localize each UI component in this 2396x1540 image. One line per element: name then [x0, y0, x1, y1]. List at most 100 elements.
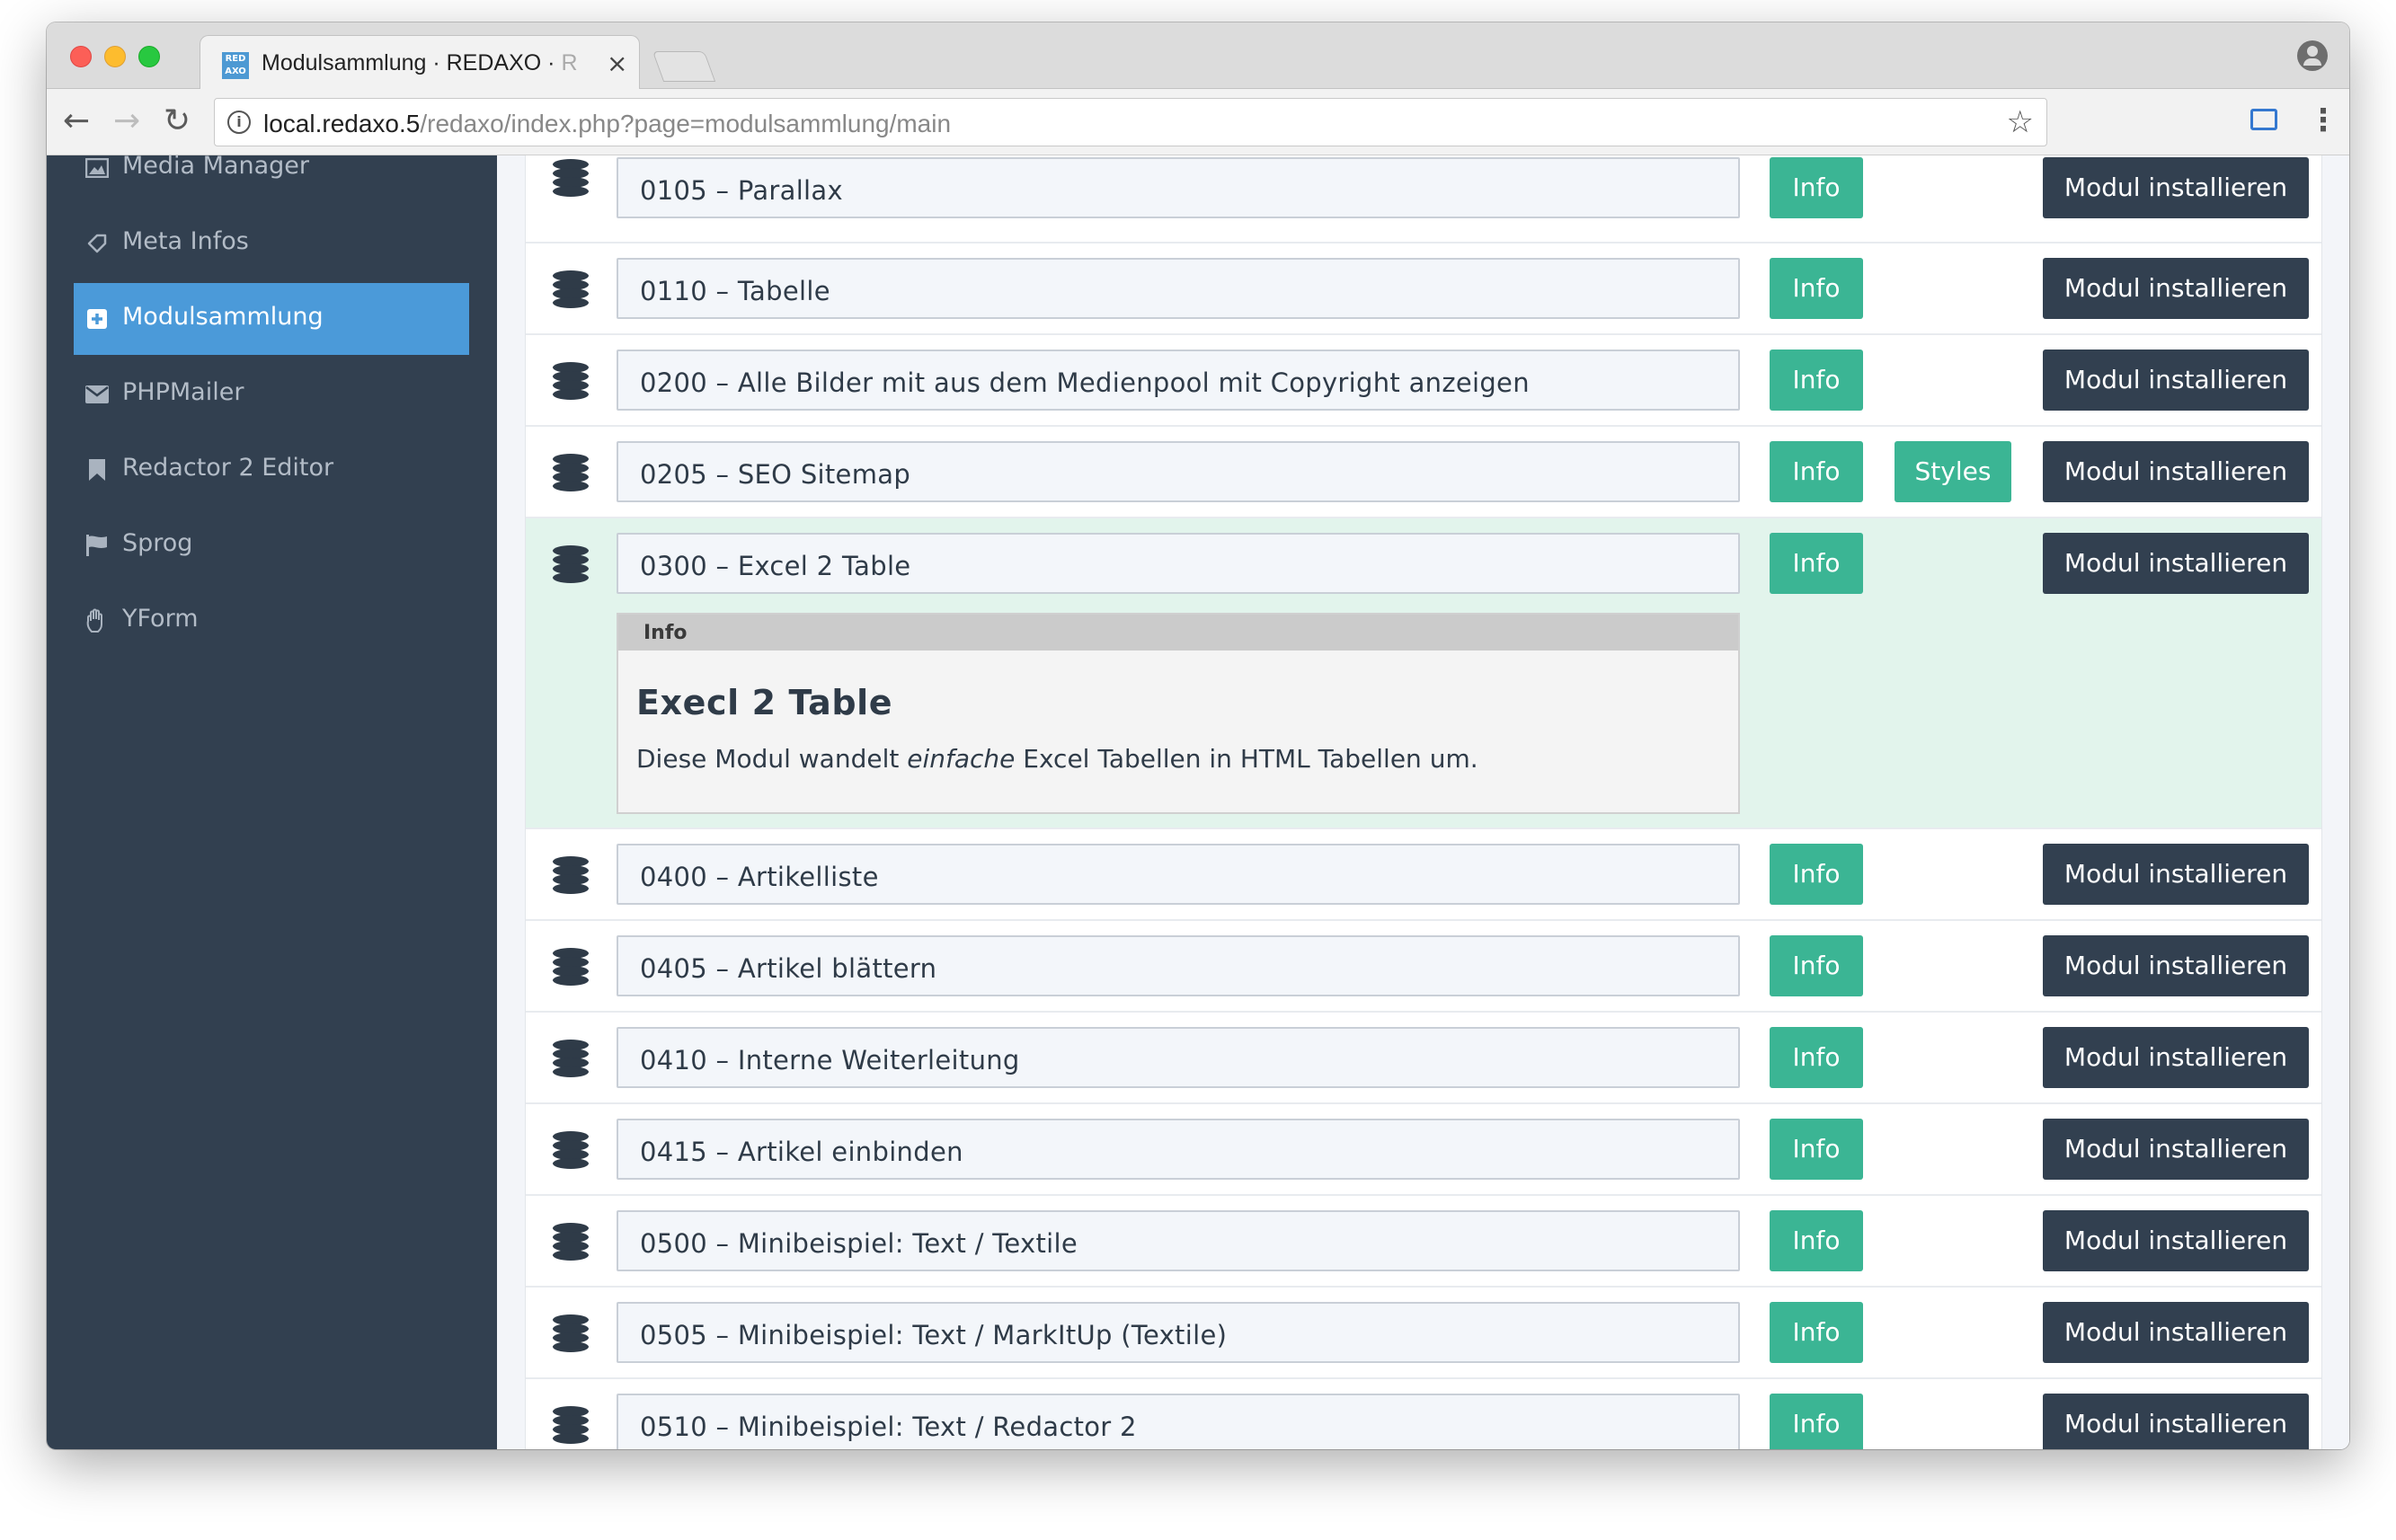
database-icon: [553, 159, 589, 197]
module-name-field: 0510 – Minibeispiel: Text / Redactor 2: [617, 1394, 1740, 1449]
sidebar-item-phpmailer[interactable]: PHPMailer: [74, 358, 469, 430]
minimize-window-button[interactable]: [104, 46, 126, 67]
bookmark-icon: [84, 459, 110, 481]
install-module-button[interactable]: Modul installieren: [2043, 1027, 2309, 1088]
module-name-field: 0105 – Parallax: [617, 157, 1740, 218]
sidebar-item-yform[interactable]: YForm: [74, 585, 469, 657]
bookmark-star-icon[interactable]: ☆: [2007, 104, 2034, 140]
module-name: 0110 – Tabelle: [640, 276, 830, 306]
sidebar-item-label: Media Manager: [122, 155, 310, 180]
sidebar-item-label: PHPMailer: [122, 378, 244, 406]
sidebar-item-label: Modulsammlung: [122, 303, 324, 331]
install-module-button[interactable]: Modul installieren: [2043, 1210, 2309, 1271]
zoom-window-button[interactable]: [138, 46, 160, 67]
module-row: 0500 – Minibeispiel: Text / Textile Info…: [526, 1196, 2321, 1288]
module-info-panel: Info Execl 2 Table Diese Modul wandelt e…: [617, 613, 1740, 814]
module-name-field: 0110 – Tabelle: [617, 258, 1740, 319]
module-name-field: 0405 – Artikel blättern: [617, 935, 1740, 996]
install-module-button[interactable]: Modul installieren: [2043, 533, 2309, 594]
database-icon: [553, 270, 589, 308]
module-name: 0205 – SEO Sitemap: [640, 459, 911, 490]
module-row: 0510 – Minibeispiel: Text / Redactor 2 I…: [526, 1379, 2321, 1449]
address-bar[interactable]: i local.redaxo.5/redaxo/index.php?page=m…: [214, 98, 2047, 146]
profile-icon[interactable]: [2297, 40, 2328, 71]
module-name: 0400 – Artikelliste: [640, 862, 879, 892]
module-name: 0415 – Artikel einbinden: [640, 1137, 963, 1167]
module-name: 0510 – Minibeispiel: Text / Redactor 2: [640, 1412, 1137, 1442]
envelope-icon: [84, 384, 110, 405]
install-module-button[interactable]: Modul installieren: [2043, 1302, 2309, 1363]
install-module-button[interactable]: Modul installieren: [2043, 441, 2309, 502]
install-module-button[interactable]: Modul installieren: [2043, 1394, 2309, 1449]
database-icon: [553, 454, 589, 491]
site-info-icon[interactable]: i: [227, 111, 251, 134]
database-icon: [553, 545, 589, 583]
sidebar-item-label: Meta Infos: [122, 227, 249, 255]
info-panel-header: Info: [618, 615, 1738, 651]
more-menu-icon[interactable]: ⋮: [2308, 100, 2338, 141]
module-row: 0415 – Artikel einbinden Info Modul inst…: [526, 1104, 2321, 1196]
forward-arrow-icon[interactable]: →: [113, 102, 140, 141]
install-module-button[interactable]: Modul installieren: [2043, 157, 2309, 218]
database-icon: [553, 1223, 589, 1261]
database-icon: [553, 1406, 589, 1444]
info-button[interactable]: Info: [1770, 1210, 1863, 1271]
tag-icon: [84, 233, 110, 254]
module-row: 0400 – Artikelliste Info Modul installie…: [526, 829, 2321, 921]
install-module-button[interactable]: Modul installieren: [2043, 935, 2309, 996]
module-name-field: 0505 – Minibeispiel: Text / MarkItUp (Te…: [617, 1302, 1740, 1363]
info-button[interactable]: Info: [1770, 441, 1863, 502]
module-name: 0300 – Excel 2 Table: [640, 551, 911, 581]
info-button[interactable]: Info: [1770, 350, 1863, 411]
module-row: 0105 – Parallax Info Modul installieren: [526, 155, 2321, 243]
styles-button[interactable]: Styles: [1895, 441, 2011, 502]
database-icon: [553, 1040, 589, 1077]
database-icon: [553, 1131, 589, 1169]
info-button[interactable]: Info: [1770, 157, 1863, 218]
module-row: 0200 – Alle Bilder mit aus dem Medienpoo…: [526, 335, 2321, 427]
reload-icon[interactable]: ↻: [164, 102, 191, 141]
module-list: 0105 – Parallax Info Modul installieren …: [525, 155, 2322, 1449]
install-module-button[interactable]: Modul installieren: [2043, 258, 2309, 319]
info-panel-title: Execl 2 Table: [636, 683, 893, 722]
sidebar-item-modulsammlung[interactable]: Modulsammlung: [74, 283, 469, 355]
module-row-expanded: 0300 – Excel 2 Table Info Modul installi…: [526, 518, 2321, 829]
info-button[interactable]: Info: [1770, 258, 1863, 319]
install-module-button[interactable]: Modul installieren: [2043, 844, 2309, 905]
url-text: local.redaxo.5/redaxo/index.php?page=mod…: [263, 110, 952, 137]
redaxo-favicon-icon: RED AXO: [222, 52, 249, 79]
sidebar-item-redactor[interactable]: Redactor 2 Editor: [74, 434, 469, 506]
back-arrow-icon[interactable]: ←: [63, 102, 90, 141]
module-row: 0410 – Interne Weiterleitung Info Modul …: [526, 1013, 2321, 1104]
module-name: 0405 – Artikel blättern: [640, 953, 937, 984]
info-button[interactable]: Info: [1770, 1119, 1863, 1180]
cast-icon[interactable]: [2250, 109, 2277, 130]
info-button[interactable]: Info: [1770, 533, 1863, 594]
sidebar-item-sprog[interactable]: Sprog: [74, 509, 469, 581]
module-name-field: 0200 – Alle Bilder mit aus dem Medienpoo…: [617, 350, 1740, 411]
hand-icon: [84, 608, 110, 633]
module-name: 0500 – Minibeispiel: Text / Textile: [640, 1228, 1078, 1259]
info-button[interactable]: Info: [1770, 1394, 1863, 1449]
tab-close-icon[interactable]: ×: [607, 49, 627, 78]
info-button[interactable]: Info: [1770, 935, 1863, 996]
database-icon: [553, 948, 589, 986]
sidebar: Media Manager Meta Infos Modulsammlung P…: [47, 155, 497, 1449]
install-module-button[interactable]: Modul installieren: [2043, 1119, 2309, 1180]
plus-square-icon: [84, 308, 110, 330]
module-name: 0200 – Alle Bilder mit aus dem Medienpoo…: [640, 367, 1530, 398]
module-name: 0105 – Parallax: [640, 175, 843, 206]
module-row: 0405 – Artikel blättern Info Modul insta…: [526, 921, 2321, 1013]
sidebar-item-label: Redactor 2 Editor: [122, 454, 334, 482]
info-button[interactable]: Info: [1770, 844, 1863, 905]
sidebar-item-meta-infos[interactable]: Meta Infos: [74, 208, 469, 279]
info-button[interactable]: Info: [1770, 1302, 1863, 1363]
module-name-field: 0415 – Artikel einbinden: [617, 1119, 1740, 1180]
install-module-button[interactable]: Modul installieren: [2043, 350, 2309, 411]
close-window-button[interactable]: [70, 46, 92, 67]
address-toolbar: ← → ↻ i local.redaxo.5/redaxo/index.php?…: [47, 89, 2349, 155]
tab-modulsammlung[interactable]: RED AXO Modulsammlung · REDAXO · R ×: [200, 35, 640, 91]
sidebar-item-media-manager[interactable]: Media Manager: [74, 155, 469, 204]
new-tab-button[interactable]: [652, 51, 716, 82]
info-button[interactable]: Info: [1770, 1027, 1863, 1088]
